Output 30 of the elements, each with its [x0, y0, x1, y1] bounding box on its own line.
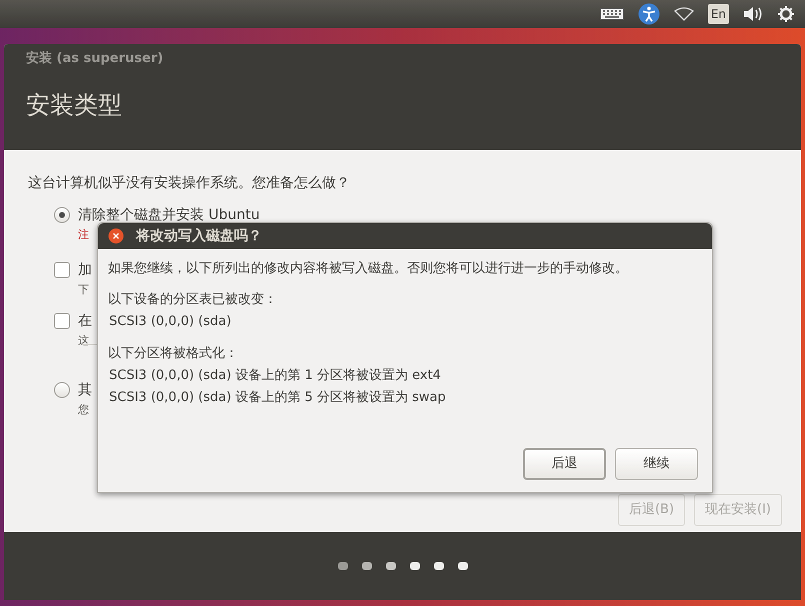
change-item: SCSI3 (0,0,0) (sda)	[109, 313, 232, 331]
option-label: 其	[78, 381, 92, 399]
keyboard-icon[interactable]	[600, 8, 624, 20]
checkbox[interactable]	[54, 313, 70, 329]
question-text: 这台计算机似乎没有安装操作系统。您准备怎么做？	[28, 174, 350, 192]
window-title: 安装 (as superuser)	[26, 50, 164, 68]
volume-icon[interactable]	[743, 6, 763, 22]
dialog-message: 如果您继续，以下所列出的修改内容将被写入磁盘。否则您将可以进行进一步的手动修改。	[108, 260, 628, 278]
checkbox[interactable]	[54, 262, 70, 278]
radio-button[interactable]	[54, 382, 70, 398]
close-icon[interactable]	[108, 228, 124, 244]
dialog-title: 将改动写入磁盘吗？	[136, 227, 262, 245]
change-item: SCSI3 (0,0,0) (sda) 设备上的第 5 分区将被设置为 swap	[109, 389, 446, 407]
option-label: 加	[78, 261, 92, 279]
section-heading: 以下分区将被格式化：	[108, 345, 238, 363]
wifi-icon[interactable]	[674, 7, 694, 21]
option-label: 清除整个磁盘并安装 Ubuntu	[78, 206, 260, 224]
language-indicator[interactable]: En	[708, 4, 729, 24]
page-heading: 安装类型	[26, 90, 122, 120]
power-icon[interactable]	[777, 5, 795, 23]
option-note: 下	[78, 283, 89, 297]
accessibility-icon[interactable]	[638, 3, 660, 25]
section-heading: 以下设备的分区表已被改变：	[108, 291, 277, 309]
option-label: 在	[78, 312, 92, 330]
dialog-button[interactable]: 后退	[523, 448, 606, 480]
option-note: 您	[78, 403, 89, 417]
change-item: SCSI3 (0,0,0) (sda) 设备上的第 1 分区将被设置为 ext4	[109, 367, 441, 385]
dialog-button[interactable]: 继续	[615, 448, 698, 480]
option-note: 注	[78, 228, 89, 242]
radio-button[interactable]	[54, 207, 70, 223]
